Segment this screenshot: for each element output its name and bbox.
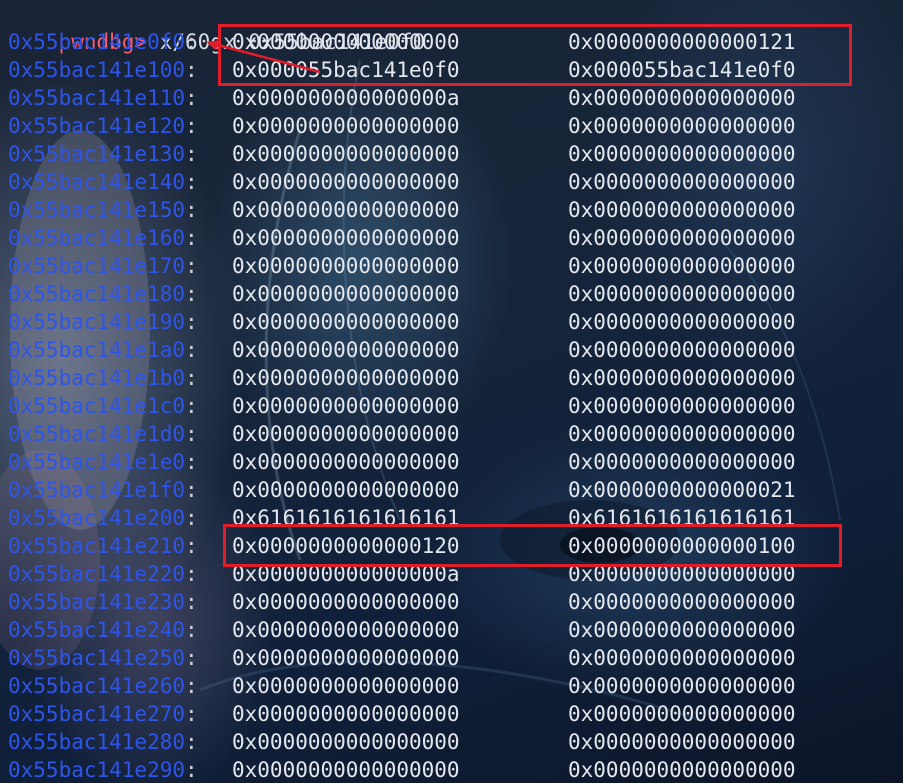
pointer-arrow [206,40,321,74]
terminal-window[interactable]: pwndbg> x/60gx 0x55bac141e0f0 0x55bac141… [0,0,903,783]
